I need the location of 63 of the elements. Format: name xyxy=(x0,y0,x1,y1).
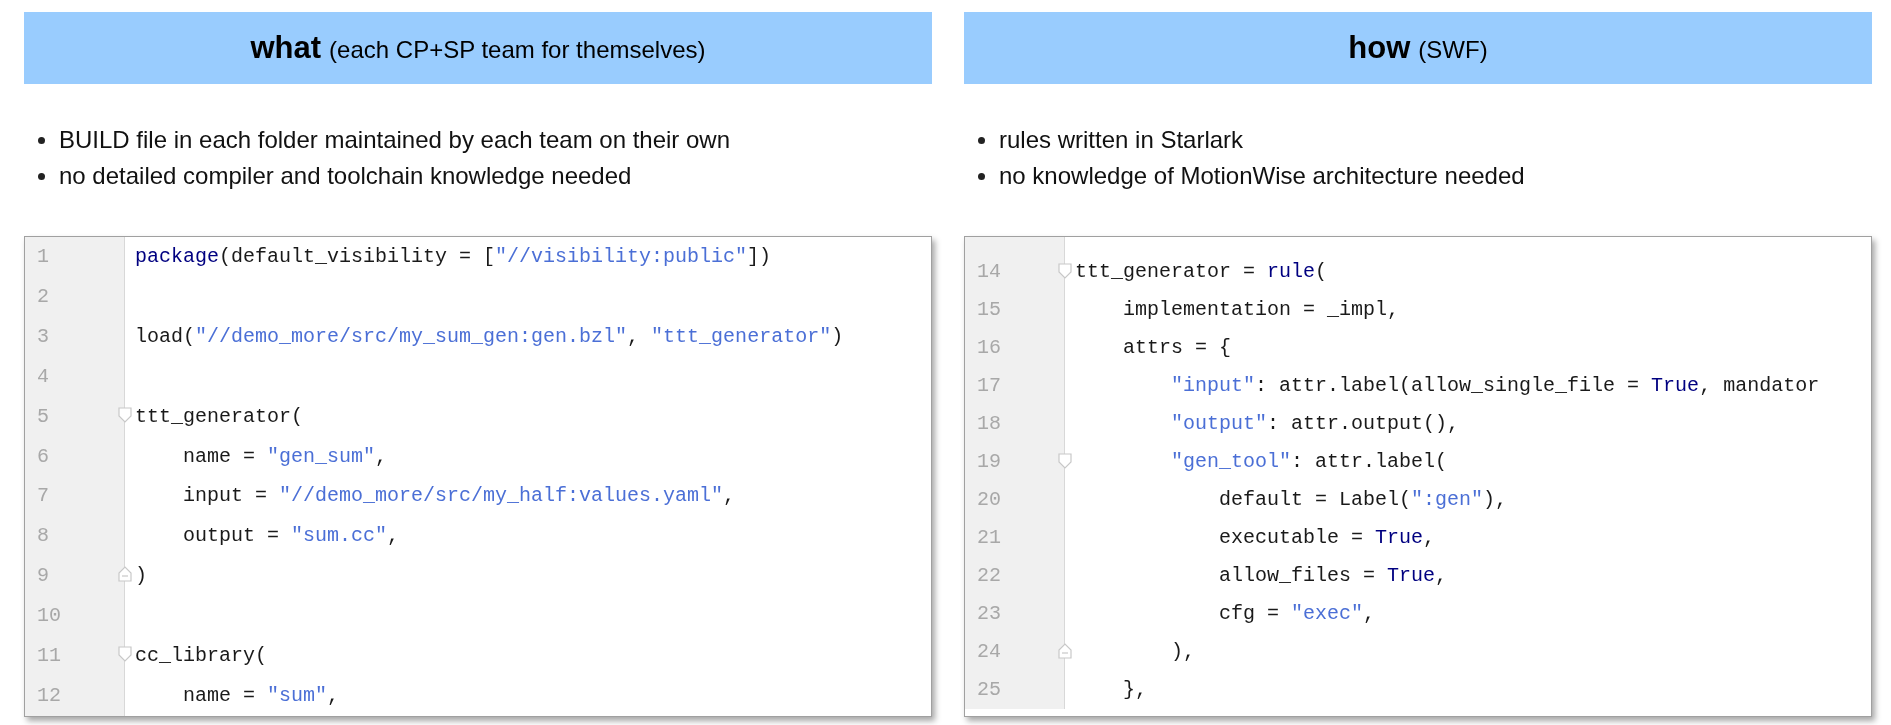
header-subtitle: (each CP+SP team for themselves) xyxy=(329,35,706,65)
code-line: ), xyxy=(1170,639,1196,665)
bullet-text: no detailed compiler and toolchain knowledge needed xyxy=(59,161,632,191)
line-number: 17 xyxy=(977,373,1001,399)
line-number: 9 xyxy=(37,563,49,590)
bullet-text: BUILD file in each folder maintained by each team on their own xyxy=(59,125,731,155)
fold-marker-icon[interactable] xyxy=(118,406,132,423)
code-line: load("//demo_more/src/my_sum_gen:gen.bzl", "ttt_generator") xyxy=(135,323,844,350)
code-line: executable = True, xyxy=(1218,525,1436,551)
code-line: implementation = _impl, xyxy=(1122,297,1400,323)
code-line: ttt_generator( xyxy=(135,403,304,430)
bullet-icon xyxy=(978,172,985,180)
line-number: 18 xyxy=(977,411,1001,437)
line-number: 5 xyxy=(37,403,49,430)
line-number: 21 xyxy=(977,525,1001,551)
code-line: cfg = "exec", xyxy=(1218,601,1376,627)
code-line: "gen_tool": attr.label( xyxy=(1170,449,1448,475)
header-title: how xyxy=(1348,28,1411,67)
fold-marker-icon[interactable] xyxy=(118,566,132,583)
line-number: 22 xyxy=(977,563,1001,589)
line-number: 25 xyxy=(977,677,1001,703)
line-number: 7 xyxy=(37,483,49,510)
header-subtitle: (SWF) xyxy=(1418,35,1488,65)
code-line: output = "sum.cc", xyxy=(182,523,400,550)
line-number: 10 xyxy=(37,603,61,630)
line-number: 1 xyxy=(37,243,49,270)
code-line: name = "gen_sum", xyxy=(182,443,388,470)
code-line: name = "sum", xyxy=(182,683,340,710)
fold-marker-icon[interactable] xyxy=(1058,263,1072,279)
line-number: 8 xyxy=(37,523,49,550)
code-line: default = Label(":gen"), xyxy=(1218,487,1508,513)
bullet-icon xyxy=(978,136,985,144)
line-number: 2 xyxy=(37,283,49,310)
line-number: 12 xyxy=(37,683,61,710)
fold-marker-icon[interactable] xyxy=(118,646,132,663)
code-line: package(default_visibility = ["//visibility:public"]) xyxy=(135,243,772,270)
code-line: allow_files = True, xyxy=(1218,563,1448,589)
line-number: 3 xyxy=(37,323,49,350)
code-line: ) xyxy=(135,563,147,590)
line-number: 14 xyxy=(977,259,1001,285)
line-number: 15 xyxy=(977,297,1001,323)
code-line: input = "//demo_more/src/my_half:values.yaml", xyxy=(182,483,736,510)
line-number: 16 xyxy=(977,335,1001,361)
bullet-text: no knowledge of MotionWise architecture needed xyxy=(999,161,1525,191)
header-title: what xyxy=(250,28,322,67)
fold-marker-icon[interactable] xyxy=(1058,453,1072,469)
line-number: 11 xyxy=(37,643,61,670)
code-line: ttt_generator = rule( xyxy=(1075,259,1328,285)
line-number: 4 xyxy=(37,363,49,390)
fold-marker-icon[interactable] xyxy=(1058,643,1072,659)
bullet-icon xyxy=(38,136,45,144)
code-line: "output": attr.output(), xyxy=(1170,411,1460,437)
line-number: 6 xyxy=(37,443,49,470)
code-line: }, xyxy=(1122,677,1147,703)
bullet-text: rules written in Starlark xyxy=(999,125,1244,155)
line-number: 20 xyxy=(977,487,1001,513)
line-number: 24 xyxy=(977,639,1001,665)
code-line: "input": attr.label(allow_single_file = True, mandator xyxy=(1170,373,1820,399)
bullet-icon xyxy=(38,172,45,180)
code-line: attrs = { xyxy=(1122,335,1232,361)
line-number: 19 xyxy=(977,449,1001,475)
line-number: 23 xyxy=(977,601,1001,627)
code-line: cc_library( xyxy=(135,643,268,670)
